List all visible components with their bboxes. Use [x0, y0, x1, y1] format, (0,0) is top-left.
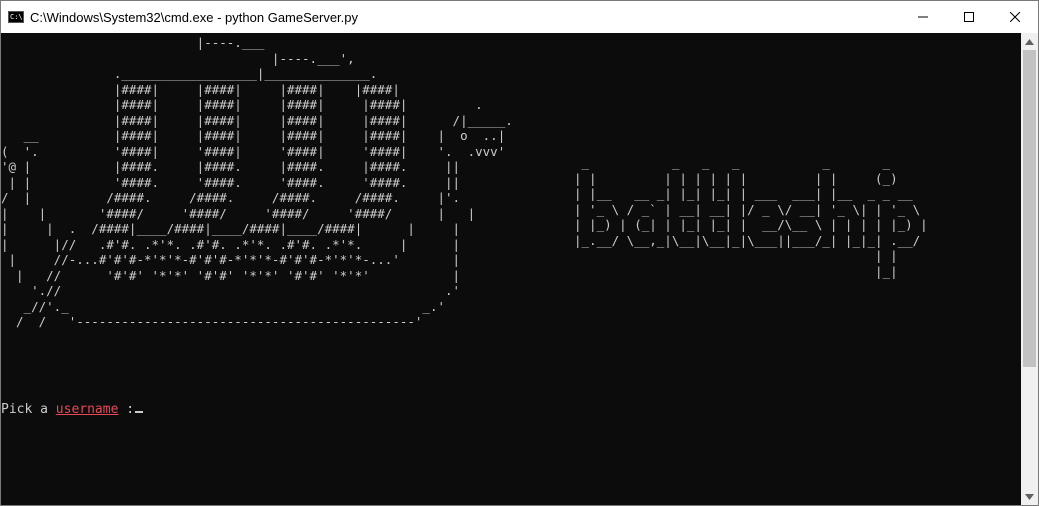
maximize-button[interactable] [946, 1, 992, 33]
vertical-scrollbar[interactable] [1021, 33, 1038, 505]
scroll-up-arrow-icon [1025, 38, 1034, 45]
prompt-username-highlight: username [55, 402, 119, 417]
username-prompt: Pick a username : [1, 402, 144, 417]
battleship-logo-ascii-art: _ _ _ _ _ _ | | | | | | | | | | (_) | |_… [574, 155, 928, 279]
terminal-output[interactable]: |----.___ |----.___', ._________________… [1, 33, 1021, 505]
scroll-down-arrow-icon [1025, 493, 1034, 500]
console-window: C:\ C:\Windows\System32\cmd.exe - python… [0, 0, 1039, 506]
prompt-suffix: : [118, 402, 135, 417]
scroll-up-button[interactable] [1021, 33, 1038, 50]
close-icon [1010, 12, 1020, 22]
title-bar[interactable]: C:\ C:\Windows\System32\cmd.exe - python… [1, 1, 1038, 33]
text-cursor[interactable] [135, 411, 144, 413]
minimize-icon [918, 16, 928, 18]
cmd-icon: C:\ [8, 11, 24, 23]
scroll-down-button[interactable] [1021, 488, 1038, 505]
minimize-button[interactable] [900, 1, 946, 33]
maximize-icon [964, 12, 974, 22]
close-button[interactable] [992, 1, 1038, 33]
prompt-prefix: Pick a [1, 402, 56, 417]
ship-ascii-art: |----.___ |----.___', ._________________… [1, 35, 513, 329]
scrollbar-thumb[interactable] [1023, 50, 1036, 367]
window-controls [900, 1, 1038, 33]
window-title: C:\Windows\System32\cmd.exe - python Gam… [30, 9, 359, 25]
